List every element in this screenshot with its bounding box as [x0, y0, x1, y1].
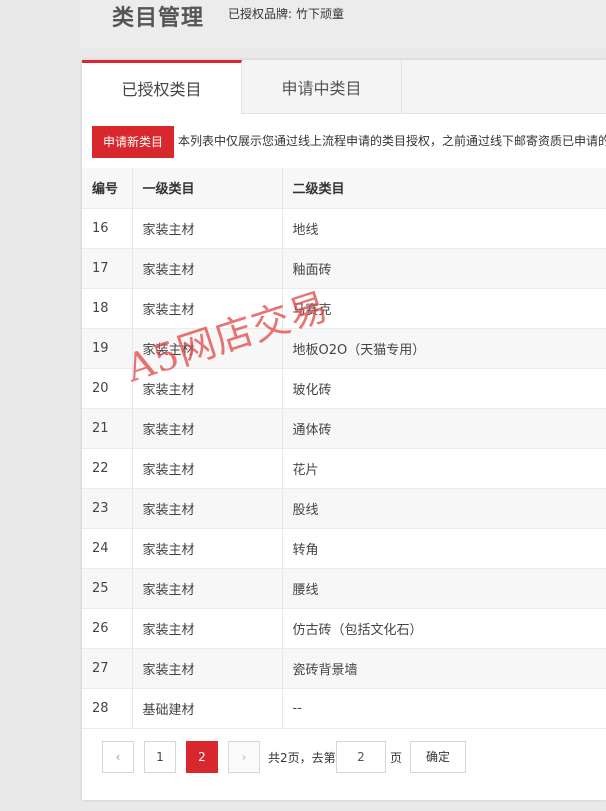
page-unit-text: 页 [390, 751, 403, 765]
notice-text: 本列表中仅展示您通过线上流程申请的类目授权，之前通过线下邮寄资质已申请的 [178, 134, 606, 148]
action-row: 申请新类目 本列表中仅展示您通过线上流程申请的类目授权，之前通过线下邮寄资质已申… [82, 122, 606, 162]
cell-id: 20 [82, 368, 133, 409]
tab-bar: 已授权类目 申请中类目 [82, 60, 606, 114]
brand-value: 竹下顽童 [296, 7, 345, 21]
cell-secondary-category: 地板O2O（天猫专用） [282, 328, 606, 369]
cell-secondary-category: 腰线 [282, 568, 606, 609]
cell-id: 24 [82, 528, 133, 569]
apply-new-category-button[interactable]: 申请新类目 [92, 126, 174, 158]
cell-secondary-category: 转角 [282, 528, 606, 569]
cell-id: 25 [82, 568, 133, 609]
cell-primary-category: 家装主材 [132, 608, 283, 649]
table-row: 22 家装主材 花片 [82, 448, 606, 489]
chevron-left-icon: ‹ [115, 750, 121, 764]
table-row: 18 家装主材 马赛克 [82, 288, 606, 329]
cell-secondary-category: 地线 [282, 208, 606, 249]
cell-primary-category: 家装主材 [132, 488, 283, 529]
cell-primary-category: 家装主材 [132, 208, 283, 249]
cell-id: 27 [82, 648, 133, 689]
next-page-button[interactable]: › [228, 741, 260, 773]
page-button-1[interactable]: 1 [144, 741, 176, 773]
table-row: 24 家装主材 转角 [82, 528, 606, 569]
pagination: ‹ 1 2 › 共2页，去第 页 确定 [82, 736, 606, 780]
table-row: 21 家装主材 通体砖 [82, 408, 606, 449]
authorized-brand: 已授权品牌: 竹下顽童 [228, 5, 344, 22]
column-header-primary-category: 一级类目 [132, 168, 283, 209]
page-title: 类目管理 [112, 6, 205, 31]
cell-id: 23 [82, 488, 133, 529]
cell-secondary-category: 玻化砖 [282, 368, 606, 409]
tab-pending-categories[interactable]: 申请中类目 [242, 60, 402, 114]
cell-primary-category: 家装主材 [132, 568, 283, 609]
goto-page-input[interactable] [336, 741, 386, 773]
table-row: 28 基础建材 -- [82, 688, 606, 729]
tab-authorized-categories[interactable]: 已授权类目 [82, 60, 242, 114]
cell-id: 21 [82, 408, 133, 449]
category-panel: 已授权类目 申请中类目 申请新类目 本列表中仅展示您通过线上流程申请的类目授权，… [82, 60, 606, 800]
cell-secondary-category: 花片 [282, 448, 606, 489]
cell-primary-category: 家装主材 [132, 448, 283, 489]
column-header-id: 编号 [82, 168, 133, 209]
cell-secondary-category: 通体砖 [282, 408, 606, 449]
column-header-secondary-category: 二级类目 [282, 168, 606, 209]
cell-id: 18 [82, 288, 133, 329]
cell-primary-category: 基础建材 [132, 688, 283, 729]
cell-id: 17 [82, 248, 133, 289]
cell-secondary-category: 仿古砖（包括文化石） [282, 608, 606, 649]
table-row: 27 家装主材 瓷砖背景墙 [82, 648, 606, 689]
table-row: 26 家装主材 仿古砖（包括文化石） [82, 608, 606, 649]
category-table: 编号 一级类目 二级类目 16 家装主材 地线 17 家装主材 釉面砖 18 家装主材 马赛克 1… [82, 168, 606, 729]
prev-page-button[interactable]: ‹ [102, 741, 134, 773]
table-row: 25 家装主材 腰线 [82, 568, 606, 609]
table-header-row: 编号 一级类目 二级类目 [82, 168, 606, 209]
cell-secondary-category: 瓷砖背景墙 [282, 648, 606, 689]
table-row: 23 家装主材 股线 [82, 488, 606, 529]
cell-id: 28 [82, 688, 133, 729]
cell-primary-category: 家装主材 [132, 408, 283, 449]
cell-primary-category: 家装主材 [132, 648, 283, 689]
cell-id: 22 [82, 448, 133, 489]
cell-secondary-category: 股线 [282, 488, 606, 529]
cell-primary-category: 家装主材 [132, 528, 283, 569]
page-total-text: 共2页，去第 [268, 751, 336, 765]
cell-primary-category: 家装主材 [132, 248, 283, 289]
cell-secondary-category: 釉面砖 [282, 248, 606, 289]
table-row: 16 家装主材 地线 [82, 208, 606, 249]
table-row: 17 家装主材 釉面砖 [82, 248, 606, 289]
page-button-2-current[interactable]: 2 [186, 741, 218, 773]
cell-secondary-category: -- [282, 688, 606, 729]
cell-id: 26 [82, 608, 133, 649]
brand-label: 已授权品牌: [228, 7, 293, 21]
goto-confirm-button[interactable]: 确定 [410, 741, 466, 773]
chevron-right-icon: › [241, 750, 247, 764]
cell-id: 16 [82, 208, 133, 249]
